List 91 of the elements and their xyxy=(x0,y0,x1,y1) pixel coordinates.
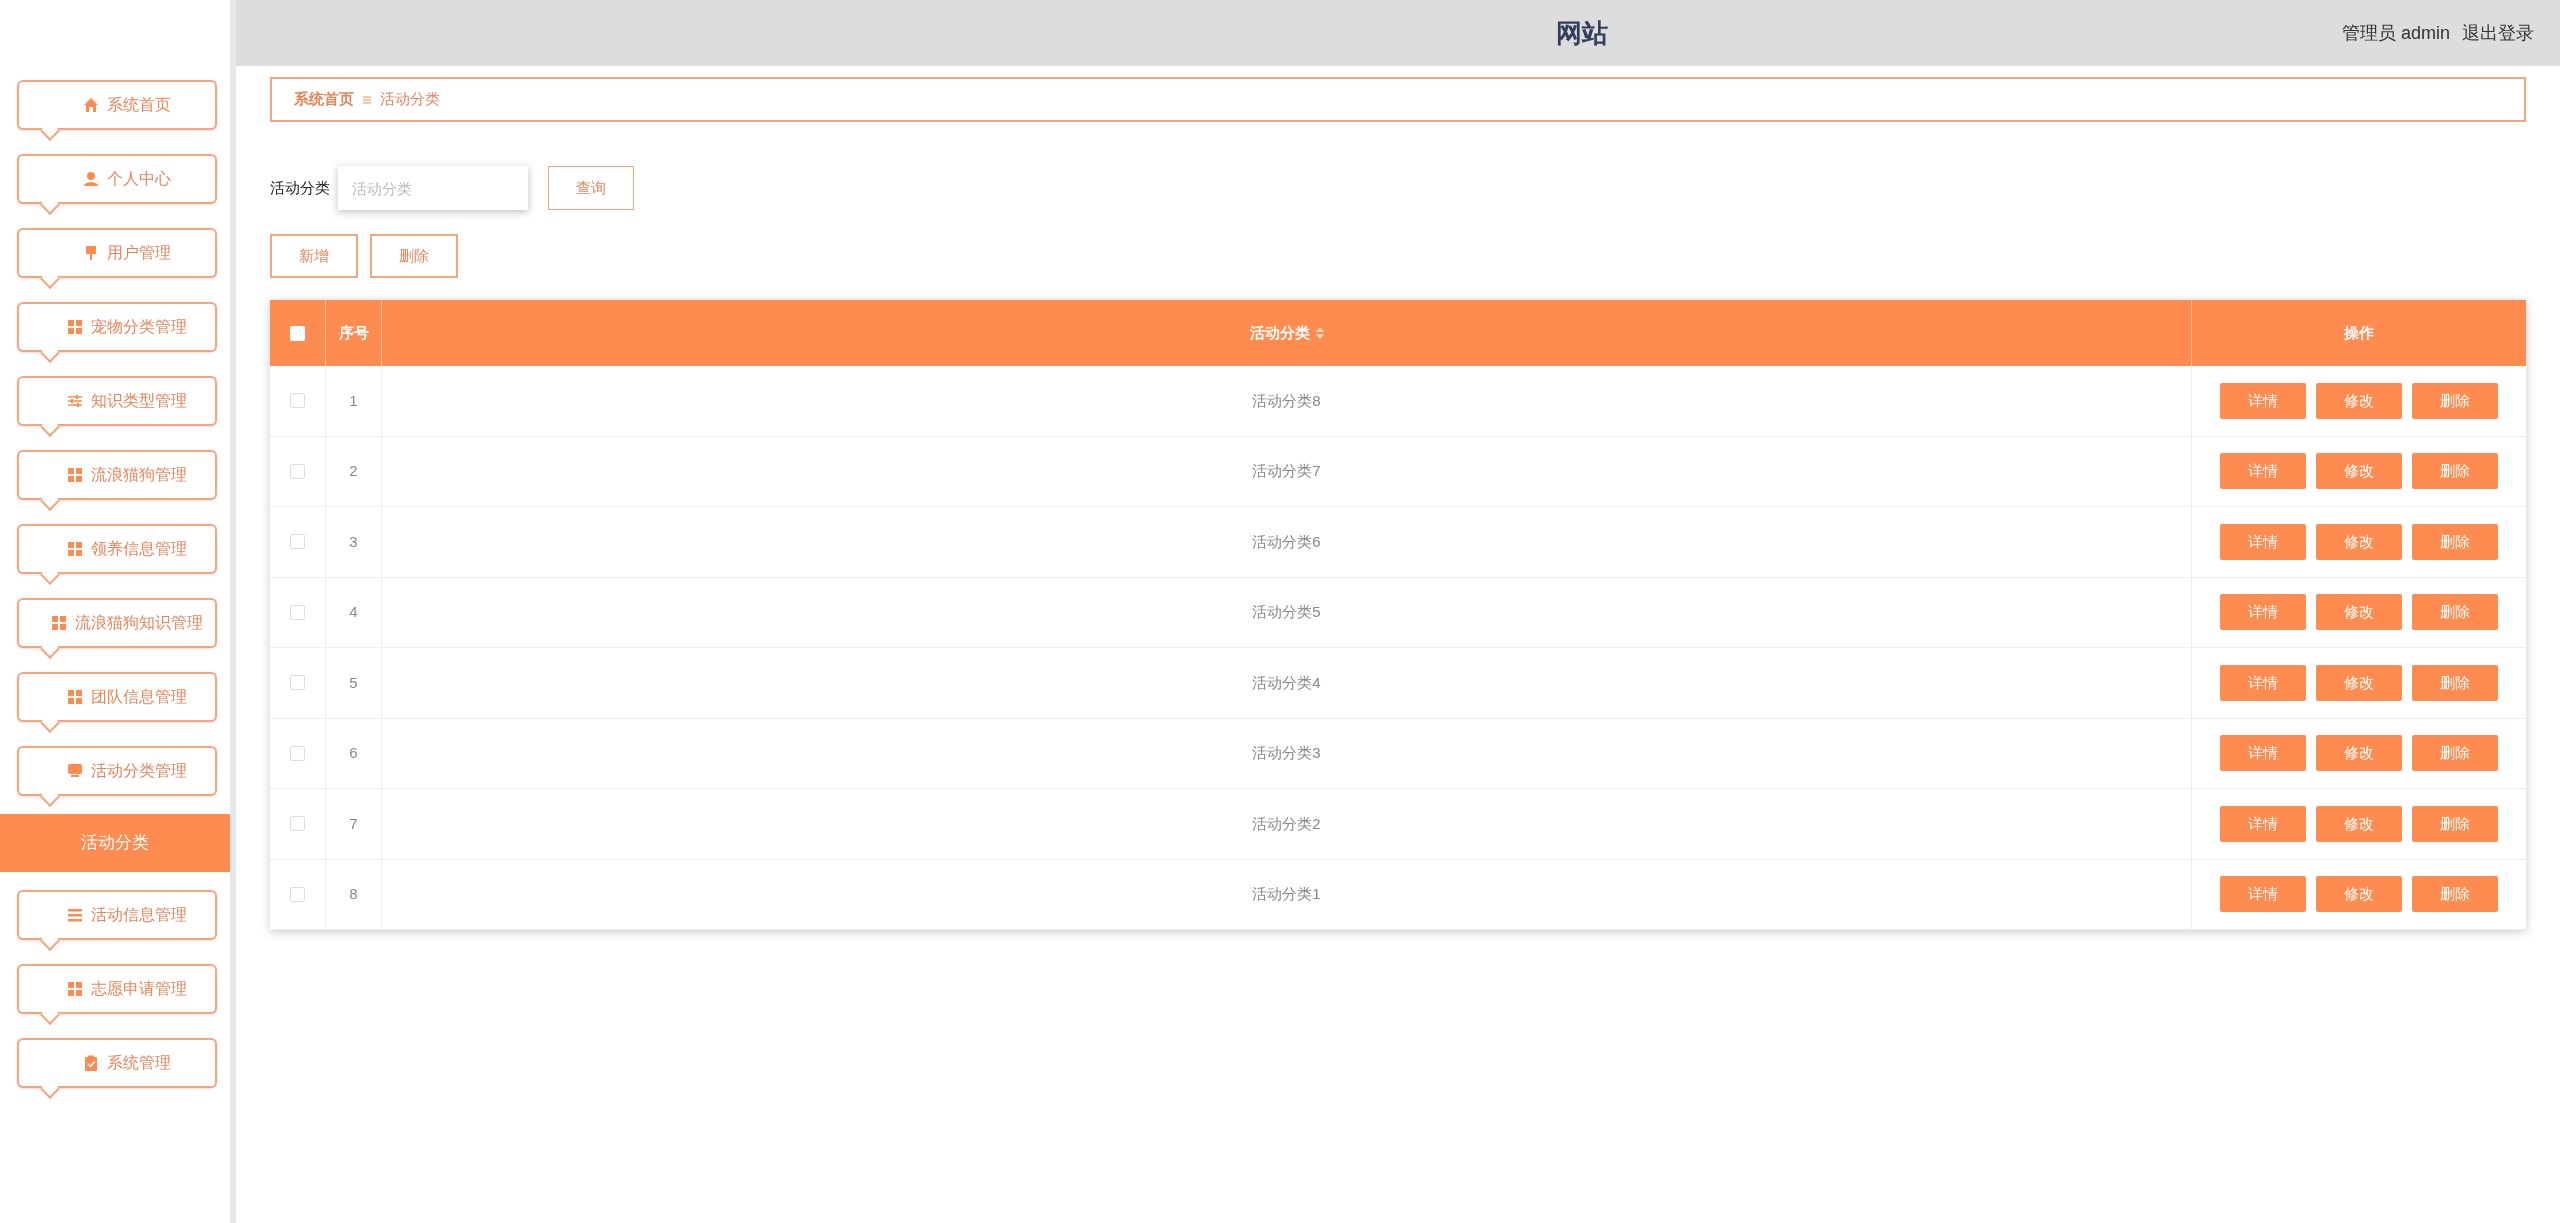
edit-button[interactable]: 修改 xyxy=(2316,876,2402,913)
table-cell-text: 活动分类8 xyxy=(1252,390,1321,411)
row-checkbox[interactable] xyxy=(290,675,305,691)
breadcrumb-link[interactable]: 系统首页 xyxy=(294,88,354,111)
search-field[interactable]: 活动分类 xyxy=(338,166,528,210)
details-button[interactable]: 详情 xyxy=(2220,805,2306,842)
delete-button[interactable]: 删除 xyxy=(2412,594,2498,631)
user-label: 管理员 admin xyxy=(2341,21,2450,45)
table-cell-text: 6 xyxy=(349,743,358,763)
sidebar-item[interactable]: 活动信息管理 xyxy=(17,890,217,940)
edit-button[interactable]: 修改 xyxy=(2316,523,2402,560)
edit-button[interactable]: 修改 xyxy=(2316,735,2402,772)
delete-button[interactable]: 删除 xyxy=(2412,805,2498,842)
edit-button[interactable]: 修改 xyxy=(2316,664,2402,701)
home-icon xyxy=(83,97,99,113)
sidebar-item[interactable]: 志愿申请管理 xyxy=(17,964,217,1014)
delete-button[interactable]: 删除 xyxy=(2412,523,2498,560)
details-button[interactable]: 详情 xyxy=(2220,664,2306,701)
delete-button[interactable]: 删除 xyxy=(2412,735,2498,772)
sliders-icon xyxy=(67,393,83,409)
column-header[interactable]: 活动分类 xyxy=(1249,321,1310,345)
details-button[interactable]: 详情 xyxy=(2220,523,2306,560)
row-checkbox[interactable] xyxy=(290,816,305,832)
column-header: 序号 xyxy=(338,322,369,343)
sidebar-item[interactable]: 系统首页 xyxy=(17,80,217,130)
details-button[interactable]: 详情 xyxy=(2220,735,2306,772)
query-button[interactable]: 查询 xyxy=(548,166,634,210)
select-all-checkbox[interactable] xyxy=(290,325,305,341)
breadcrumb-link[interactable]: 活动分类 xyxy=(380,88,440,111)
table-cell-text: 活动分类3 xyxy=(1252,743,1321,763)
details-button[interactable]: 详情 xyxy=(2220,382,2306,419)
grid-icon xyxy=(67,319,83,335)
list-icon xyxy=(67,907,83,923)
row-checkbox[interactable] xyxy=(290,534,305,550)
sidebar-item[interactable]: 流浪猫狗知识管理 xyxy=(17,598,217,648)
grid-icon xyxy=(51,615,67,631)
grid-icon xyxy=(67,689,83,705)
sidebar-item[interactable]: 领养信息管理 xyxy=(17,524,217,574)
column-header: 操作 xyxy=(2344,322,2374,343)
delete-button[interactable]: 删除 xyxy=(2412,382,2498,419)
edit-button[interactable]: 修改 xyxy=(2316,594,2402,631)
table-cell-text: 7 xyxy=(349,813,358,834)
sidebar-item[interactable]: 活动分类管理 xyxy=(17,746,217,796)
table-cell-text: 8 xyxy=(349,884,358,904)
delete-button[interactable]: 删除 xyxy=(2412,453,2498,490)
edit-button[interactable]: 修改 xyxy=(2316,453,2402,490)
clipboard-icon xyxy=(83,1055,99,1071)
table-cell-text: 活动分类4 xyxy=(1252,672,1321,693)
grid-icon xyxy=(67,981,83,997)
details-button[interactable]: 详情 xyxy=(2220,453,2306,490)
row-checkbox[interactable] xyxy=(290,393,305,409)
table-cell-text: 活动分类1 xyxy=(1252,884,1321,904)
table-cell-text: 活动分类5 xyxy=(1252,602,1321,622)
sidebar-item[interactable]: 系统管理 xyxy=(17,1038,217,1088)
table-cell-text: 活动分类6 xyxy=(1252,531,1321,552)
grid-icon xyxy=(67,467,83,483)
delete-button[interactable]: 删除 xyxy=(2412,876,2498,913)
sidebar-item[interactable]: 流浪猫狗管理 xyxy=(17,450,217,500)
sidebar-item[interactable]: 团队信息管理 xyxy=(17,672,217,722)
submenu-item[interactable]: 活动分类 xyxy=(0,814,230,872)
row-checkbox[interactable] xyxy=(290,604,305,620)
stamp-icon xyxy=(83,245,99,261)
row-checkbox[interactable] xyxy=(290,886,305,902)
sort-icon[interactable] xyxy=(1315,327,1324,339)
table-cell-text: 4 xyxy=(349,602,358,622)
edit-button[interactable]: 修改 xyxy=(2316,805,2402,842)
monitor-icon xyxy=(67,763,83,779)
row-checkbox[interactable] xyxy=(290,463,305,479)
add-button[interactable]: 新增 xyxy=(270,234,358,278)
grid-icon xyxy=(67,541,83,557)
table-cell-text: 5 xyxy=(349,672,358,693)
table-cell-text: 活动分类7 xyxy=(1252,461,1321,481)
sidebar-item[interactable]: 知识类型管理 xyxy=(17,376,217,426)
delete-button[interactable]: 删除 xyxy=(2412,664,2498,701)
sidebar-item[interactable]: 宠物分类管理 xyxy=(17,302,217,352)
table-cell-text: 3 xyxy=(349,531,358,552)
site-title: 网站 xyxy=(1556,16,1608,50)
search-label: 活动分类 xyxy=(270,177,330,198)
table-cell-text: 1 xyxy=(349,390,358,411)
details-button[interactable]: 详情 xyxy=(2220,594,2306,631)
table-cell-text: 2 xyxy=(349,461,358,481)
row-checkbox[interactable] xyxy=(290,745,305,761)
sidebar-item[interactable]: 用户管理 xyxy=(17,228,217,278)
separator-icon xyxy=(362,94,372,105)
sidebar-item[interactable]: 个人中心 xyxy=(17,154,217,204)
edit-button[interactable]: 修改 xyxy=(2316,382,2402,419)
details-button[interactable]: 详情 xyxy=(2220,876,2306,913)
logout-link[interactable]: 退出登录 xyxy=(2462,19,2534,47)
user-icon xyxy=(83,171,99,187)
delete-button[interactable]: 删除 xyxy=(370,234,458,278)
table-cell-text: 活动分类2 xyxy=(1252,813,1321,834)
